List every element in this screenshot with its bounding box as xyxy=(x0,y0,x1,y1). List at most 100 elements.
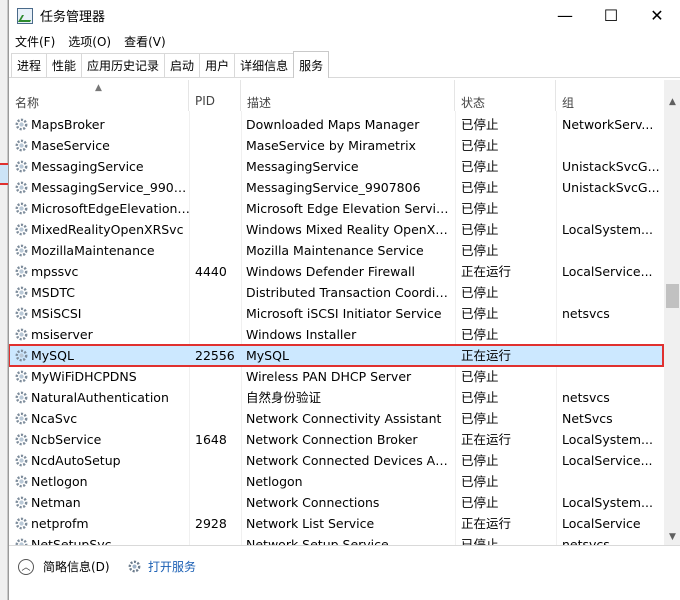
window-title: 任务管理器 xyxy=(40,10,106,25)
service-status: 已停止 xyxy=(461,327,499,342)
close-button[interactable]: ✕ xyxy=(634,0,680,31)
service-group: NetSvcs xyxy=(562,411,613,426)
column-header-pid[interactable]: PID xyxy=(189,80,241,111)
column-header-desc[interactable]: 描述 xyxy=(241,80,455,111)
table-row[interactable]: NetSetupSvc Network Setup Service 已停止 netsv… xyxy=(9,534,663,545)
tab-processes[interactable]: 进程 xyxy=(11,53,48,77)
tab-app-history[interactable]: 应用历史记录 xyxy=(81,53,166,77)
column-status-label: 状态 xyxy=(461,96,486,110)
service-name: MapsBroker xyxy=(31,117,105,132)
service-pid xyxy=(195,177,243,198)
scrollbar-thumb[interactable] xyxy=(666,284,679,308)
table-row[interactable]: MicrosoftEdgeElevationS... Microsoft Edge… xyxy=(9,198,663,219)
service-gear-icon xyxy=(15,223,28,236)
table-row[interactable]: MessagingService MessagingService 已停止 Unist… xyxy=(9,156,663,177)
table-row[interactable]: netprofm 2928 Network List Service 正在运行 Loca… xyxy=(9,513,663,534)
title-bar[interactable]: 任务管理器 — ☐ ✕ xyxy=(9,0,680,31)
column-header-group[interactable]: 组 xyxy=(556,80,663,111)
table-row[interactable]: MaseService MaseService by Mirametrix 已停止 xyxy=(9,135,663,156)
scroll-up-icon[interactable]: ▲ xyxy=(664,94,680,111)
tab-services[interactable]: 服务 xyxy=(293,51,330,78)
table-row[interactable]: NcdAutoSetup Network Connected Devices Au… xyxy=(9,450,663,471)
service-pid xyxy=(195,534,243,545)
service-group: LocalService... xyxy=(562,264,653,279)
service-description: Microsoft Edge Elevation Service... xyxy=(246,201,452,216)
service-gear-icon xyxy=(15,391,28,404)
table-row[interactable]: MySQL 22556 MySQL 正在运行 xyxy=(9,344,664,367)
service-group: UnistackSvcG... xyxy=(562,159,660,174)
table-row[interactable]: NcbService 1648 Network Connection Broker 正… xyxy=(9,429,663,450)
table-row[interactable]: MozillaMaintenance Mozilla Maintenance Se… xyxy=(9,240,663,261)
service-name: MessagingService_99078... xyxy=(31,180,191,195)
service-status: 已停止 xyxy=(461,390,499,405)
service-status: 已停止 xyxy=(461,411,499,426)
service-gear-icon xyxy=(15,286,28,299)
open-services-link[interactable]: 打开服务 xyxy=(127,558,196,575)
service-description: Wireless PAN DHCP Server xyxy=(246,369,412,384)
service-pid xyxy=(195,219,243,240)
vertical-scrollbar[interactable]: ▲ ▼ xyxy=(664,80,680,545)
service-pid xyxy=(195,303,243,324)
minimize-icon: — xyxy=(557,6,573,25)
service-group xyxy=(562,240,660,261)
maximize-icon: ☐ xyxy=(603,6,619,25)
table-row[interactable]: NcaSvc Network Connectivity Assistant 已停止 N… xyxy=(9,408,663,429)
service-description: Mozilla Maintenance Service xyxy=(246,243,424,258)
service-group: LocalSystem... xyxy=(562,495,653,510)
service-description: MySQL xyxy=(246,348,289,363)
service-status: 已停止 xyxy=(461,222,499,237)
table-row[interactable]: MSiSCSI Microsoft iSCSI Initiator Service… xyxy=(9,303,663,324)
table-row[interactable]: MessagingService_99078... MessagingServic… xyxy=(9,177,663,198)
service-status: 正在运行 xyxy=(461,432,512,447)
table-row[interactable]: Netman Network Connections 已停止 LocalSystem.… xyxy=(9,492,663,513)
open-services-label: 打开服务 xyxy=(148,560,197,574)
service-name: NcdAutoSetup xyxy=(31,453,121,468)
service-name: MSDTC xyxy=(31,285,75,300)
service-group xyxy=(562,366,660,387)
tab-details[interactable]: 详细信息 xyxy=(234,53,295,77)
table-row[interactable]: MixedRealityOpenXRSvc Windows Mixed Reali… xyxy=(9,219,663,240)
tab-users[interactable]: 用户 xyxy=(199,53,236,77)
service-description: Windows Installer xyxy=(246,327,357,342)
maximize-button[interactable]: ☐ xyxy=(588,0,634,31)
service-pid: 1648 xyxy=(195,432,227,447)
service-pid xyxy=(195,450,243,471)
service-pid xyxy=(195,408,243,429)
service-gear-icon xyxy=(15,370,28,383)
scroll-down-icon[interactable]: ▼ xyxy=(664,529,680,545)
service-status: 已停止 xyxy=(461,201,499,216)
service-status: 正在运行 xyxy=(461,348,512,363)
service-name: MySQL xyxy=(31,348,74,363)
service-gear-icon xyxy=(15,265,28,278)
column-header-status[interactable]: 状态 xyxy=(455,80,556,111)
service-pid xyxy=(195,324,243,345)
service-group xyxy=(562,471,660,492)
tab-performance[interactable]: 性能 xyxy=(46,53,83,77)
table-row[interactable]: msiserver Windows Installer 已停止 xyxy=(9,324,663,345)
service-status: 已停止 xyxy=(461,537,499,545)
service-description: Network Setup Service xyxy=(246,537,389,545)
menu-file[interactable]: 文件(F) xyxy=(15,33,55,50)
table-row[interactable]: MapsBroker Downloaded Maps Manager 已停止 Netw… xyxy=(9,114,663,135)
table-row[interactable]: MyWiFiDHCPDNS Wireless PAN DHCP Server 已停止 xyxy=(9,366,663,387)
service-gear-icon xyxy=(15,349,28,362)
services-gear-icon xyxy=(128,560,141,573)
service-status: 已停止 xyxy=(461,306,499,321)
service-status: 已停止 xyxy=(461,159,499,174)
service-description: Network Connected Devices Aut... xyxy=(246,453,452,468)
tab-startup[interactable]: 启动 xyxy=(164,53,201,77)
service-name: NcbService xyxy=(31,432,102,447)
minimize-button[interactable]: — xyxy=(542,0,588,31)
column-header-name[interactable]: ▲ 名称 xyxy=(9,80,189,111)
table-row[interactable]: Netlogon Netlogon 已停止 xyxy=(9,471,663,492)
service-group: LocalService xyxy=(562,516,641,531)
table-row[interactable]: mpssvc 4440 Windows Defender Firewall 正在运行 L… xyxy=(9,261,663,282)
menu-options[interactable]: 选项(O) xyxy=(68,33,111,50)
service-group: NetworkServ... xyxy=(562,117,654,132)
table-row[interactable]: MSDTC Distributed Transaction Coordina...… xyxy=(9,282,663,303)
menu-view[interactable]: 查看(V) xyxy=(124,33,166,50)
service-description: Microsoft iSCSI Initiator Service xyxy=(246,306,442,321)
service-name: NcaSvc xyxy=(31,411,78,426)
fewer-details-button[interactable]: ︿ 简略信息(D) xyxy=(18,558,110,575)
table-row[interactable]: NaturalAuthentication 自然身份验证 已停止 netsvcs xyxy=(9,387,663,408)
